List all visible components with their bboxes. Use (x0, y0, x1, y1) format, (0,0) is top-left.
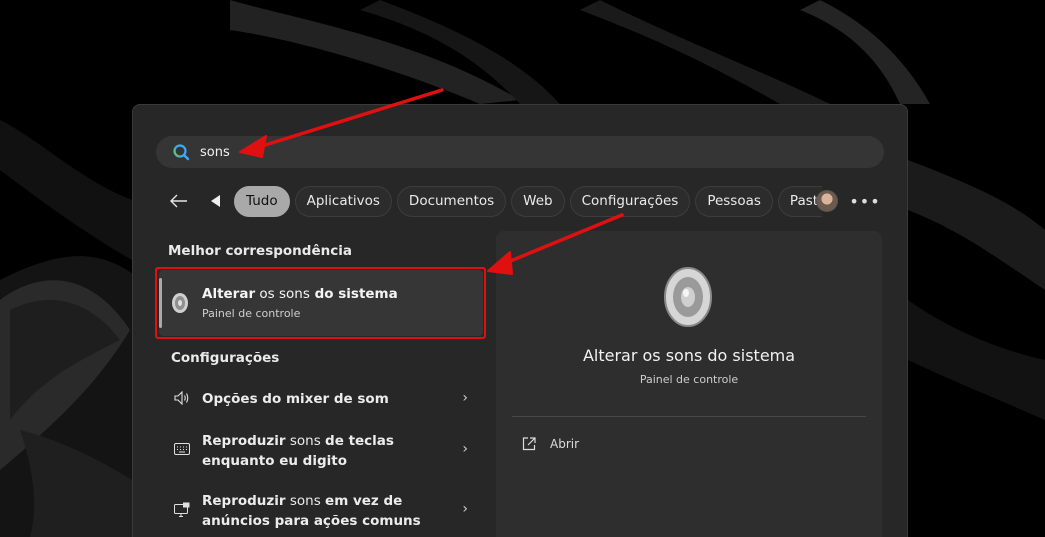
tab-documentos[interactable]: Documentos (396, 185, 507, 217)
best-match-heading: Melhor correspondência (168, 243, 352, 259)
more-options-icon[interactable]: ••• (849, 185, 879, 217)
detail-subtitle: Painel de controle (639, 373, 739, 386)
settings-heading: Configurações (171, 350, 280, 366)
keyboard-icon (174, 443, 190, 455)
settings-item-label: Opções do mixer de som (202, 391, 389, 407)
detail-title: Alterar os sons do sistema (582, 346, 796, 365)
speaker-icon (664, 267, 712, 327)
open-external-icon (522, 437, 536, 451)
settings-item-sound-announcements[interactable]: Reproduzir sons em vez de anúncios para a… (160, 491, 480, 533)
chevron-right-icon: › (462, 441, 468, 457)
settings-item-mixer[interactable]: Opções do mixer de som › (160, 388, 480, 410)
filter-bar: Tudo Aplicativos Documentos Web Configur… (160, 185, 886, 217)
open-label: Abrir (550, 437, 580, 451)
back-arrow-icon[interactable] (160, 185, 198, 217)
tab-pessoas[interactable]: Pessoas (695, 185, 773, 217)
scroll-left-icon[interactable] (198, 185, 234, 217)
search-query: sons (200, 144, 230, 160)
avatar[interactable] (816, 190, 838, 212)
tab-configuracoes[interactable]: Configurações (569, 185, 691, 217)
chevron-right-icon: › (462, 501, 468, 517)
search-icon (173, 144, 190, 161)
volume-icon (174, 391, 189, 405)
tab-tudo[interactable]: Tudo (234, 185, 290, 217)
tab-web[interactable]: Web (511, 185, 565, 217)
divider (512, 416, 866, 417)
detail-pane: Alterar os sons do sistema Painel de con… (496, 231, 882, 537)
settings-item-keyboard-sounds[interactable]: Reproduzir sons de teclas enquanto eu dig… (160, 431, 480, 473)
settings-item-label: Reproduzir sons de teclas enquanto eu dig… (202, 433, 394, 469)
tab-aplicativos[interactable]: Aplicativos (294, 185, 392, 217)
monitor-icon (174, 502, 190, 517)
search-input[interactable]: sons (156, 136, 884, 168)
open-action[interactable]: Abrir (522, 437, 579, 451)
chevron-right-icon: › (462, 390, 468, 406)
settings-item-label: Reproduzir sons em vez de anúncios para a… (202, 493, 421, 529)
highlight-box (155, 267, 486, 339)
